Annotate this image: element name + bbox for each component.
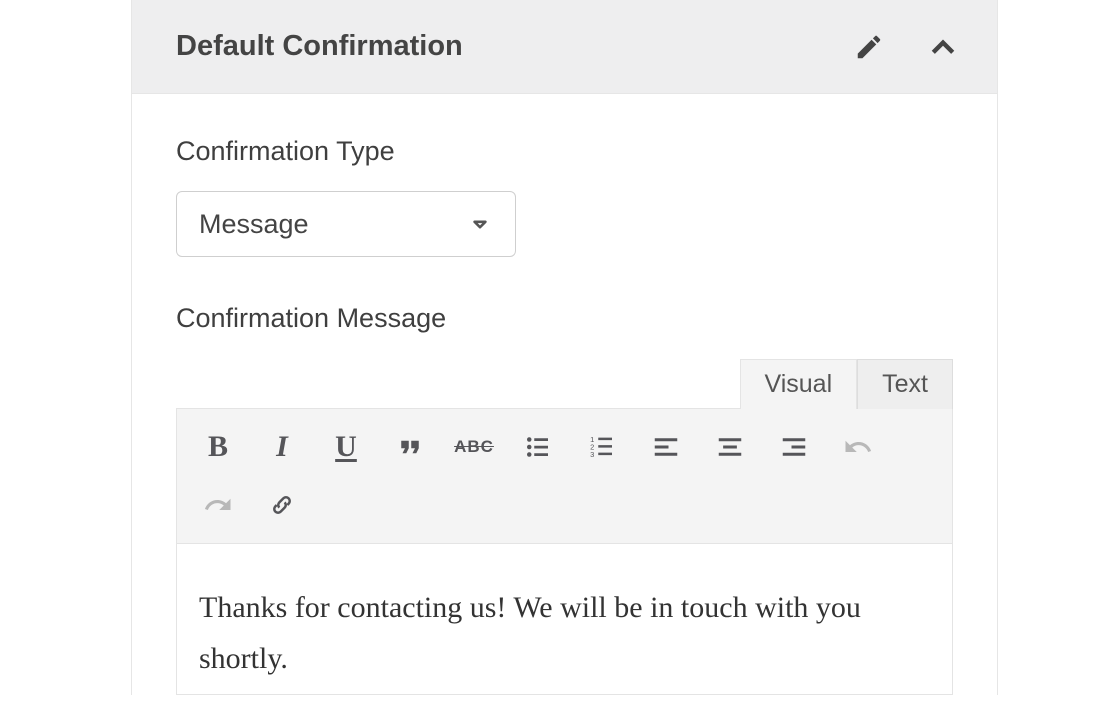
align-center-button[interactable] — [699, 419, 761, 475]
panel-header: Default Confirmation — [132, 0, 997, 94]
blockquote-button[interactable] — [379, 419, 441, 475]
bold-icon: B — [208, 432, 228, 462]
panel-body: Confirmation Type Message Confirmation M… — [132, 94, 997, 695]
underline-button[interactable]: U — [315, 419, 377, 475]
svg-text:3: 3 — [590, 450, 594, 459]
strikethrough-icon: ABC — [454, 437, 494, 457]
collapse-button[interactable] — [923, 27, 963, 67]
confirmation-message-label: Confirmation Message — [176, 303, 953, 334]
select-value: Message — [199, 209, 309, 240]
bulleted-list-button[interactable] — [507, 419, 569, 475]
align-center-icon — [715, 432, 745, 462]
undo-button[interactable] — [827, 419, 889, 475]
align-left-icon — [651, 432, 681, 462]
message-editor: Visual Text B I U ABC — [176, 358, 953, 695]
redo-button[interactable] — [187, 477, 249, 533]
numbered-list-button[interactable]: 123 — [571, 419, 633, 475]
align-left-button[interactable] — [635, 419, 697, 475]
align-right-button[interactable] — [763, 419, 825, 475]
redo-icon — [203, 490, 233, 520]
undo-icon — [843, 432, 873, 462]
link-icon — [267, 490, 297, 520]
align-right-icon — [779, 432, 809, 462]
italic-icon: I — [276, 432, 288, 462]
confirmation-panel: Default Confirmation Confirmation Type M… — [131, 0, 998, 695]
chevron-up-icon — [928, 32, 958, 62]
italic-button[interactable]: I — [251, 419, 313, 475]
bold-button[interactable]: B — [187, 419, 249, 475]
bulleted-list-icon — [523, 432, 553, 462]
quote-icon — [395, 432, 425, 462]
editor-tabs: Visual Text — [176, 358, 953, 408]
tab-visual[interactable]: Visual — [740, 359, 858, 409]
confirmation-type-label: Confirmation Type — [176, 136, 953, 167]
tab-text[interactable]: Text — [857, 359, 953, 409]
underline-icon: U — [335, 432, 357, 462]
panel-actions — [849, 27, 963, 67]
panel-title: Default Confirmation — [176, 30, 463, 63]
edit-button[interactable] — [849, 27, 889, 67]
confirmation-type-select[interactable]: Message — [176, 191, 516, 257]
chevron-down-icon — [467, 211, 493, 237]
numbered-list-icon: 123 — [587, 432, 617, 462]
editor-content-area[interactable]: Thanks for contacting us! We will be in … — [176, 544, 953, 695]
strikethrough-button[interactable]: ABC — [443, 419, 505, 475]
editor-toolbar: B I U ABC 123 — [176, 408, 953, 544]
pencil-icon — [854, 32, 884, 62]
link-button[interactable] — [251, 477, 313, 533]
